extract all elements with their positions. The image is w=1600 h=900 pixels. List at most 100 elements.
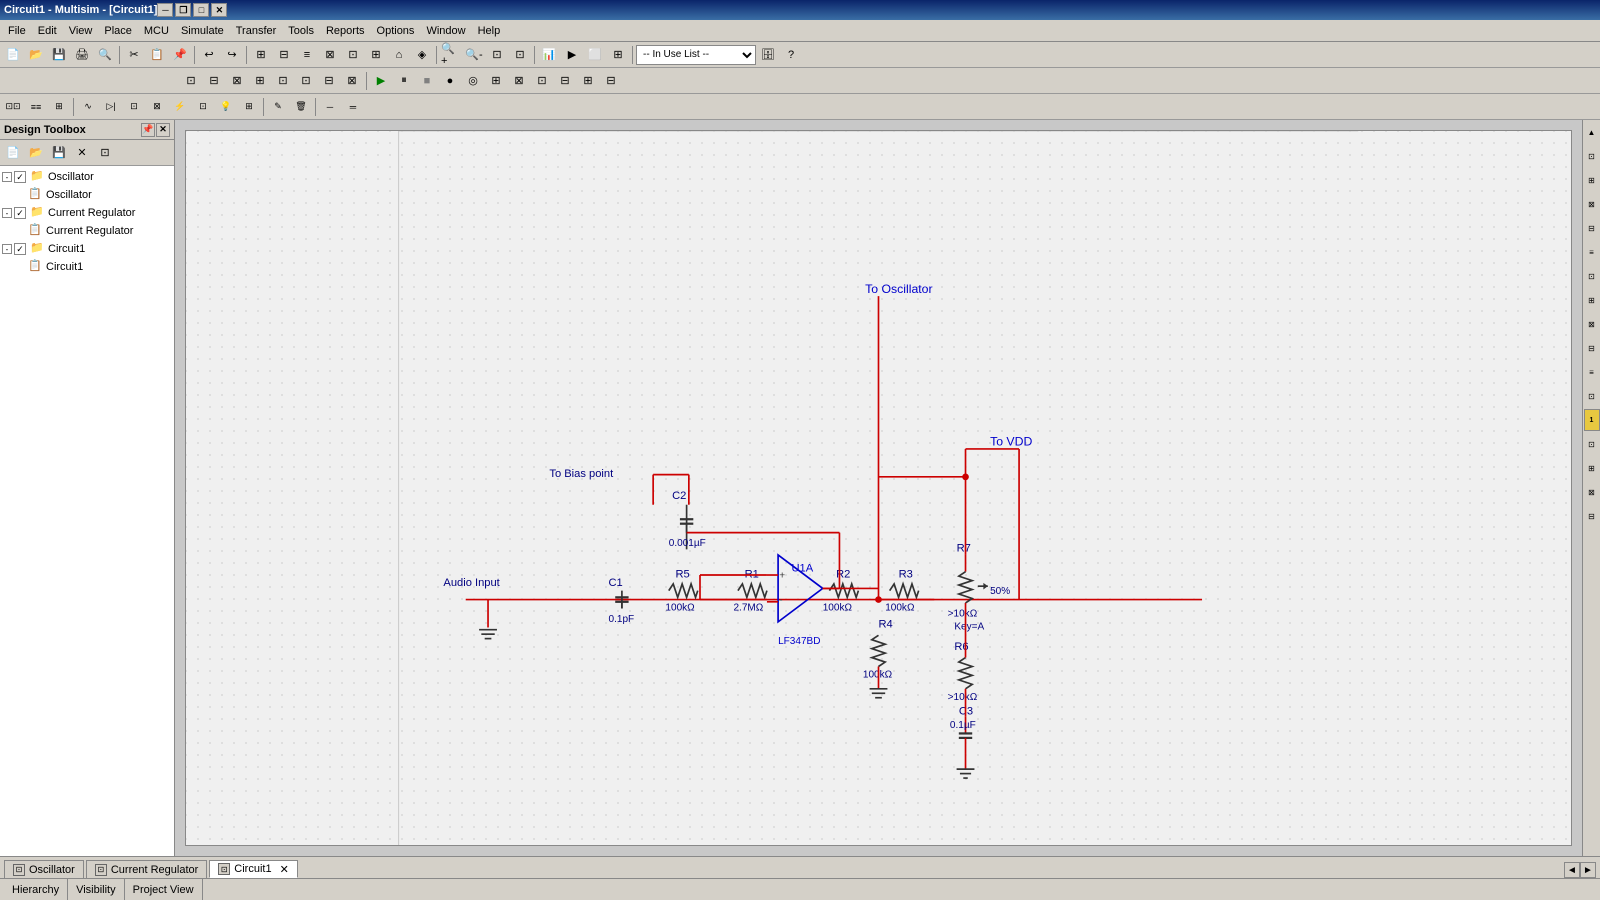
database-btn[interactable]: 🗄 (757, 44, 779, 66)
tree-circuit1-child[interactable]: 📋 Circuit1 (2, 258, 172, 276)
right-btn-15[interactable]: ⊠ (1584, 481, 1600, 503)
menu-edit[interactable]: Edit (32, 23, 63, 39)
minimize-button[interactable]: ─ (157, 3, 173, 17)
save-design-btn[interactable]: 💾 (48, 142, 70, 164)
menu-mcu[interactable]: MCU (138, 23, 175, 39)
place-btn1[interactable]: ⊡⊡ (2, 96, 24, 118)
right-btn-11[interactable]: ≡ (1584, 361, 1600, 383)
right-btn-8[interactable]: ⊞ (1584, 289, 1600, 311)
zoom-area-btn[interactable]: ⊡ (509, 44, 531, 66)
component-btn[interactable]: ⊞ (250, 44, 272, 66)
menu-simulate[interactable]: Simulate (175, 23, 230, 39)
right-btn-5[interactable]: ⊟ (1584, 217, 1600, 239)
expand-circuit1[interactable]: - (2, 244, 12, 254)
sim-btn[interactable]: ▶ (561, 44, 583, 66)
tree-current-regulator-root[interactable]: - 📁 Current Regulator (2, 204, 172, 222)
place-diode[interactable]: ▷| (100, 96, 122, 118)
design-btn4[interactable]: ⊞ (249, 70, 271, 92)
design-btn5[interactable]: ⊡ (272, 70, 294, 92)
right-btn-6[interactable]: ≡ (1584, 241, 1600, 263)
place-indicator[interactable]: 💡 (215, 96, 237, 118)
place-misc[interactable]: ⊞ (238, 96, 260, 118)
menu-window[interactable]: Window (420, 23, 471, 39)
tab-oscillator[interactable]: ⊡ Oscillator (4, 860, 84, 878)
right-btn-9[interactable]: ⊠ (1584, 313, 1600, 335)
bus-mode[interactable]: ═ (342, 96, 364, 118)
place-source[interactable]: ⊡ (192, 96, 214, 118)
design-btn7[interactable]: ⊟ (318, 70, 340, 92)
undo-btn[interactable]: ↩ (198, 44, 220, 66)
place-basic[interactable]: ∿ (77, 96, 99, 118)
right-btn-13[interactable]: ⊡ (1584, 433, 1600, 455)
menu-file[interactable]: File (2, 23, 32, 39)
right-btn-16[interactable]: ⊟ (1584, 505, 1600, 527)
tab-nav-right[interactable]: ► (1580, 862, 1596, 878)
sim-setting1[interactable]: ⊞ (485, 70, 507, 92)
right-btn-12[interactable]: ⊡ (1584, 385, 1600, 407)
right-btn-3[interactable]: ⊞ (1584, 169, 1600, 191)
mcu-btn[interactable]: ⬜ (584, 44, 606, 66)
run-btn[interactable]: ▶ (370, 70, 392, 92)
place-ic[interactable]: ⊠ (146, 96, 168, 118)
place-btn3[interactable]: ⊞ (48, 96, 70, 118)
tab-circuit1[interactable]: ⊡ Circuit1 ✕ (209, 860, 298, 878)
in-use-list[interactable]: -- In Use List -- (636, 45, 756, 65)
ladder-btn[interactable]: ⊞ (607, 44, 629, 66)
design-list-btn[interactable]: ⊡ (94, 142, 116, 164)
print-preview-btn[interactable]: 🔍 (94, 44, 116, 66)
cut-btn[interactable]: ✂ (123, 44, 145, 66)
check-circuit1[interactable] (14, 243, 26, 255)
spreadsheet-btn[interactable]: ⊟ (273, 44, 295, 66)
design-btn6[interactable]: ⊡ (295, 70, 317, 92)
place-power[interactable]: ⚡ (169, 96, 191, 118)
schematic-workspace[interactable]: To Oscillator To VDD Audio Input C1 (175, 120, 1582, 856)
menu-place[interactable]: Place (98, 23, 138, 39)
redo-btn[interactable]: ↪ (221, 44, 243, 66)
indicator-btn[interactable]: ● (439, 70, 461, 92)
clock-btn[interactable]: ◎ (462, 70, 484, 92)
right-btn-4[interactable]: ⊠ (1584, 193, 1600, 215)
check-current-regulator[interactable] (14, 207, 26, 219)
right-btn-7[interactable]: ⊡ (1584, 265, 1600, 287)
circuit1-tab-close[interactable]: ✕ (280, 863, 289, 876)
sim-setting5[interactable]: ⊞ (577, 70, 599, 92)
open-btn[interactable]: 📂 (25, 44, 47, 66)
expand-current-regulator[interactable]: - (2, 208, 12, 218)
zoom-fit-btn[interactable]: ⊡ (486, 44, 508, 66)
design-btn2[interactable]: ⊟ (203, 70, 225, 92)
zoom-out-btn[interactable]: 🔍- (463, 44, 485, 66)
bus-btn[interactable]: ⊠ (319, 44, 341, 66)
edit-mode[interactable]: ✎ (267, 96, 289, 118)
menu-options[interactable]: Options (371, 23, 421, 39)
right-btn-10[interactable]: ⊟ (1584, 337, 1600, 359)
new-btn[interactable]: 📄 (2, 44, 24, 66)
place-btn2[interactable]: ≡≡ (25, 96, 47, 118)
restore-button[interactable]: ❐ (175, 3, 191, 17)
right-btn-special[interactable]: 1 (1584, 409, 1600, 431)
right-btn-1[interactable]: ▲ (1584, 121, 1600, 143)
tree-oscillator-child[interactable]: 📋 Oscillator (2, 186, 172, 204)
place-transistor[interactable]: ⊡ (123, 96, 145, 118)
design-btn1[interactable]: ⊡ (180, 70, 202, 92)
probe-btn[interactable]: ⌂ (388, 44, 410, 66)
zoom-in-btn[interactable]: 🔍+ (440, 44, 462, 66)
tab-current-regulator[interactable]: ⊡ Current Regulator (86, 860, 207, 878)
junction-btn[interactable]: ⊞ (365, 44, 387, 66)
menu-reports[interactable]: Reports (320, 23, 371, 39)
visibility-tab[interactable]: Visibility (68, 879, 125, 900)
tree-current-regulator-child[interactable]: 📋 Current Regulator (2, 222, 172, 240)
copy-btn[interactable]: 📋 (146, 44, 168, 66)
menu-tools[interactable]: Tools (282, 23, 320, 39)
close-design-btn[interactable]: ✕ (71, 142, 93, 164)
check-oscillator[interactable] (14, 171, 26, 183)
maximize-button[interactable]: □ (193, 3, 209, 17)
tab-nav-left[interactable]: ◄ (1564, 862, 1580, 878)
graph-btn[interactable]: 📊 (538, 44, 560, 66)
tree-circuit1-root[interactable]: - 📁 Circuit1 (2, 240, 172, 258)
save-btn[interactable]: 💾 (48, 44, 70, 66)
wire-btn[interactable]: ⊡ (342, 44, 364, 66)
sim-setting4[interactable]: ⊟ (554, 70, 576, 92)
print-btn[interactable]: 🖨 (71, 44, 93, 66)
project-view-tab[interactable]: Project View (125, 879, 203, 900)
expand-oscillator[interactable]: - (2, 172, 12, 182)
